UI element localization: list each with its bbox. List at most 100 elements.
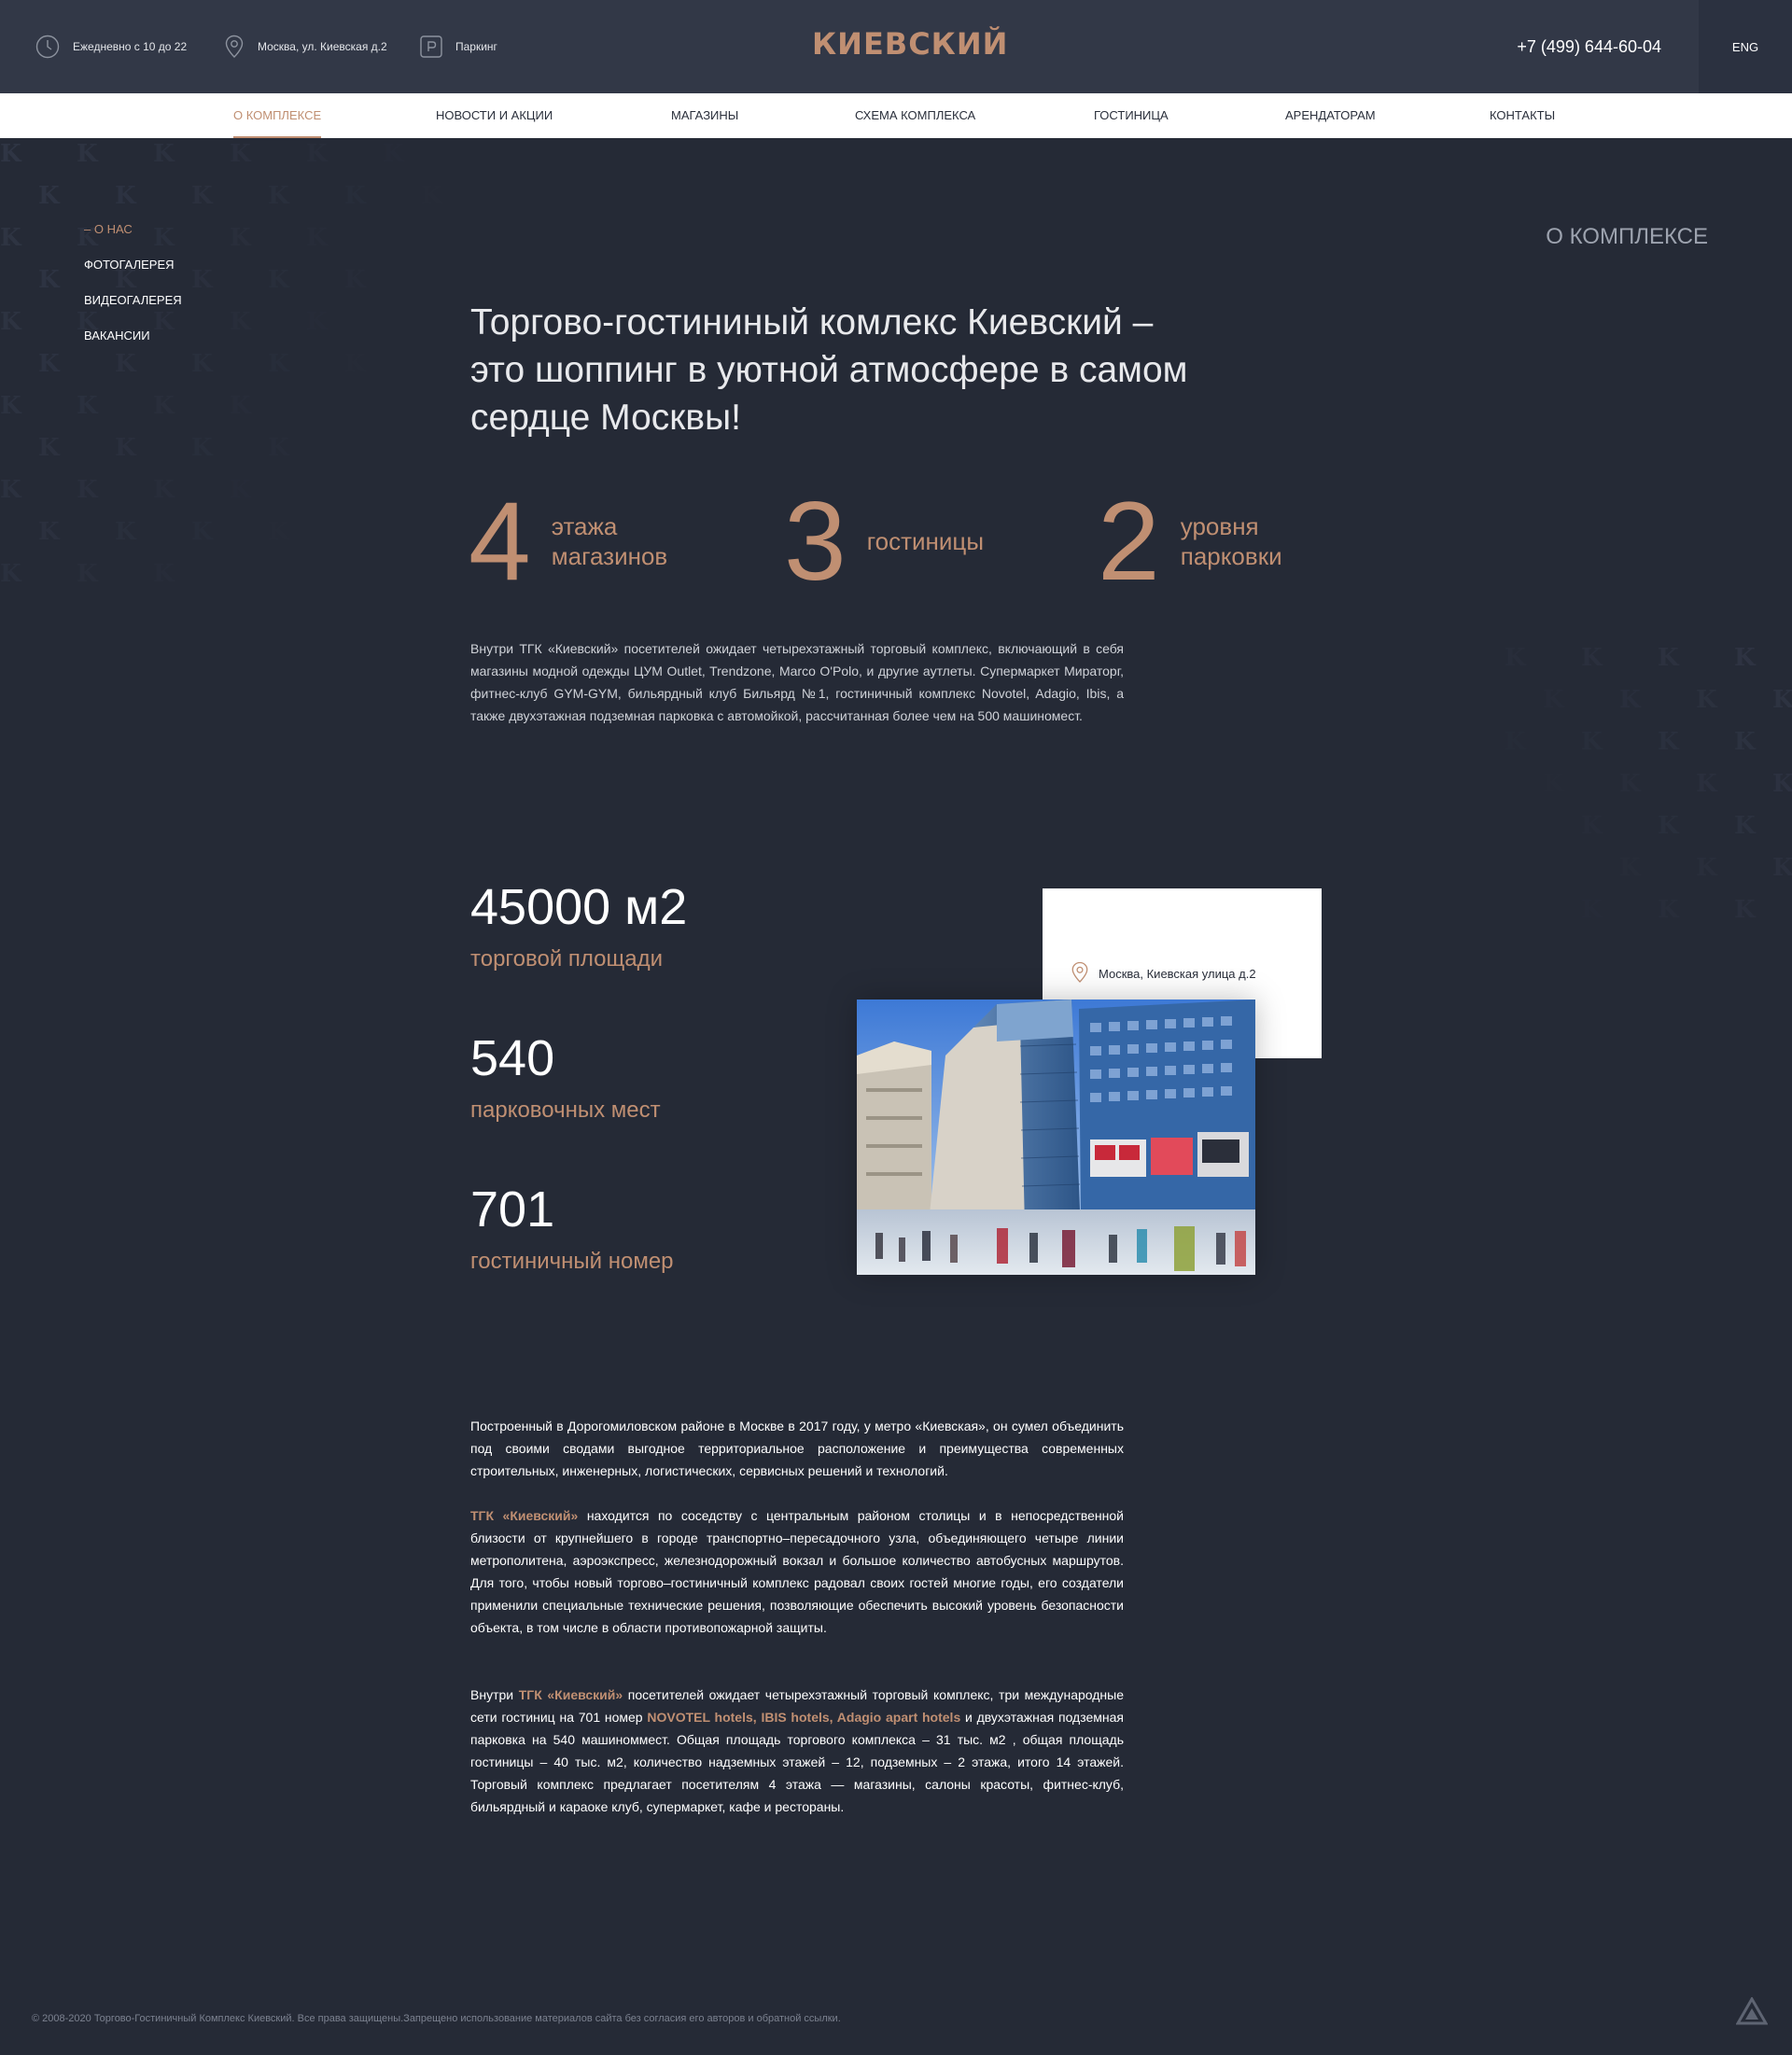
k-watermark-letter: K [1658, 644, 1679, 672]
k-watermark-letter: K [1772, 770, 1792, 798]
stat-number: 2 [1098, 479, 1160, 604]
site-logo[interactable]: КИЕВСКИЙ [812, 26, 1008, 62]
parking-link[interactable]: Паркинг [420, 0, 497, 93]
k-watermark-letter: K [0, 392, 21, 420]
section-label: О КОМПЛЕКСЕ [1546, 224, 1708, 249]
k-watermark-letter: K [153, 140, 175, 168]
top-bar: Ежедневно с 10 до 22 Москва, ул. Киевска… [0, 0, 1792, 93]
k-watermark-letter: K [230, 392, 251, 420]
nav-item-tenants[interactable]: АРЕНДАТОРАМ [1285, 93, 1376, 138]
k-watermark-letter: K [1772, 854, 1792, 882]
stat-label: этажа магазинов [551, 512, 668, 570]
map-address-text: Москва, Киевская улица д.2 [1099, 967, 1256, 981]
adagio-link[interactable]: Adagio apart hotels [837, 1710, 960, 1725]
k-watermark-letter: K [1581, 728, 1603, 756]
nav-item-news[interactable]: НОВОСТИ И АКЦИИ [436, 93, 553, 138]
side-menu-video-gallery[interactable]: ВИДЕОГАЛЕРЕЯ [84, 293, 182, 307]
location-pin-icon [1071, 961, 1089, 986]
phone-number[interactable]: +7 (499) 644-60-04 [1517, 0, 1661, 93]
stat-label: уровня парковки [1180, 512, 1282, 570]
nav-item-contacts[interactable]: КОНТАКТЫ [1490, 93, 1555, 138]
k-watermark-letter: K [421, 182, 442, 210]
k-watermark-letter: K [191, 182, 213, 210]
big-stat-value: 540 [470, 1030, 555, 1086]
page-headline: Торгово-гостининый комлекс Киевский – эт… [470, 302, 1188, 438]
k-watermark-letter: K [230, 476, 251, 504]
k-watermark-letter: K [115, 518, 136, 546]
k-watermark-letter: K [344, 350, 366, 378]
nav-item-shops[interactable]: МАГАЗИНЫ [671, 93, 738, 138]
parking-icon [420, 35, 442, 58]
address-info: Москва, ул. Киевская д.2 [224, 0, 387, 93]
k-watermark-letter: K [1581, 896, 1603, 924]
k-watermark-letter: K [191, 266, 213, 294]
k-watermark-letter: K [153, 560, 175, 588]
big-stat-value: 45000 м2 [470, 879, 688, 935]
big-stat-parking: 540 парковочных мест [470, 1028, 661, 1125]
k-watermark-letter: K [1734, 896, 1756, 924]
history-paragraph: Построенный в Дорогомиловском районе в М… [470, 1419, 1124, 1478]
side-menu-vacancies[interactable]: ВАКАНСИИ [84, 329, 150, 342]
k-watermark-letter: K [77, 476, 98, 504]
k-watermark-letter: K [1734, 644, 1756, 672]
stat-floors: 4 этажа магазинов [469, 485, 667, 597]
k-watermark-letter: K [1543, 770, 1564, 798]
side-menu-photo-gallery[interactable]: ФОТОГАЛЕРЕЯ [84, 258, 175, 272]
k-watermark-letter: K [115, 182, 136, 210]
k-watermark-letter: K [38, 350, 60, 378]
big-stat-rooms: 701 гостиничный номер [470, 1180, 674, 1277]
k-watermark-letter: K [0, 224, 21, 252]
k-watermark-letter: K [344, 266, 366, 294]
nav-item-scheme[interactable]: СХЕМА КОМПЛЕКСА [855, 93, 975, 138]
hours-text: Ежедневно с 10 до 22 [73, 40, 188, 53]
big-stat-value: 701 [470, 1181, 555, 1237]
k-watermark-letter: K [1543, 686, 1564, 714]
stat-number: 3 [784, 479, 847, 604]
nav-item-about[interactable]: О КОМПЛЕКСЕ [233, 93, 322, 138]
stat-label: гостиницы [866, 527, 985, 555]
highlight-link[interactable]: ТГК «Киевский» [519, 1687, 623, 1702]
footer-copyright: © 2008-2020 Торгово-Гостиничный Комплекс… [32, 2013, 841, 2024]
scroll-to-top-button[interactable] [1735, 1995, 1769, 2030]
arrow-up-icon [1735, 1995, 1769, 2029]
k-watermark-letter: K [77, 392, 98, 420]
k-watermark-letter: K [383, 140, 404, 168]
big-stat-caption: гостиничный номер [470, 1249, 674, 1274]
k-watermark-letter: K [306, 140, 328, 168]
highlight-link[interactable]: ТГК «Киевский» [470, 1508, 578, 1523]
k-watermark-letter: K [344, 182, 366, 210]
k-watermark-letter: K [268, 266, 289, 294]
k-watermark-letter: K [1505, 728, 1526, 756]
address-text: Москва, ул. Киевская д.2 [258, 40, 387, 53]
stat-number: 4 [469, 479, 531, 604]
nav-item-hotel[interactable]: ГОСТИНИЦА [1094, 93, 1169, 138]
k-watermark-letter: K [1581, 812, 1603, 840]
k-watermark-letter: K [153, 308, 175, 336]
k-watermark-letter: K [230, 308, 251, 336]
k-watermark-letter: K [153, 224, 175, 252]
k-watermark-letter: K [115, 350, 136, 378]
side-menu-about[interactable]: – О НАС [84, 222, 133, 236]
k-watermark-letter: K [306, 308, 328, 336]
language-switch-button[interactable]: ENG [1699, 0, 1792, 93]
clock-icon [35, 35, 60, 59]
k-watermark-letter: K [1505, 644, 1526, 672]
k-watermark-letter: K [1619, 686, 1641, 714]
k-watermark-letter: K [268, 518, 289, 546]
k-watermark-letter: K [0, 560, 21, 588]
k-watermark-letter: K [230, 224, 251, 252]
k-watermark-letter: K [0, 308, 21, 336]
k-watermark-letter: K [1696, 686, 1717, 714]
intro-paragraph: Внутри ТГК «Киевский» посетителей ожидае… [470, 641, 1124, 723]
k-watermark-letter: K [306, 224, 328, 252]
ibis-link[interactable]: IBIS hotels [761, 1710, 829, 1725]
k-watermark-letter: K [1658, 728, 1679, 756]
k-watermark-letter: K [0, 476, 21, 504]
stat-hotels: 3 гостиницы [784, 485, 984, 597]
novotel-link[interactable]: NOVOTEL hotels [647, 1710, 752, 1725]
facilities-paragraph: Внутри ТГК «Киевский» посетителей ожидае… [470, 1687, 1124, 1814]
k-watermark-letter: K [191, 434, 213, 462]
k-watermark-letter: K [1619, 854, 1641, 882]
k-watermark-letter: K [1619, 770, 1641, 798]
k-watermark-letter: K [38, 434, 60, 462]
